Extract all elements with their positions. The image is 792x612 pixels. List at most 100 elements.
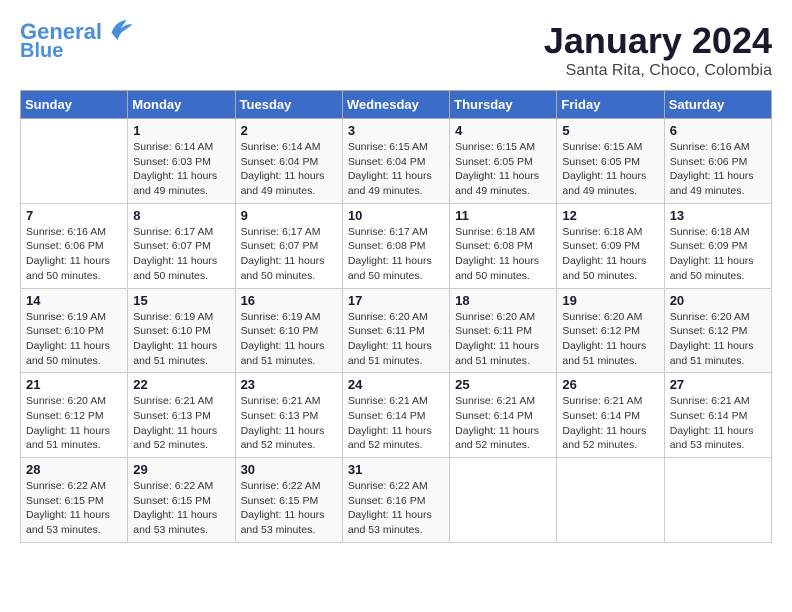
day-info: Sunrise: 6:17 AMSunset: 6:07 PMDaylight:… xyxy=(241,225,337,284)
day-info: Sunrise: 6:15 AMSunset: 6:05 PMDaylight:… xyxy=(562,140,658,199)
day-info: Sunrise: 6:21 AMSunset: 6:14 PMDaylight:… xyxy=(562,394,658,453)
day-info: Sunrise: 6:21 AMSunset: 6:14 PMDaylight:… xyxy=(670,394,766,453)
day-number: 7 xyxy=(26,208,122,223)
day-number: 5 xyxy=(562,123,658,138)
day-info: Sunrise: 6:21 AMSunset: 6:14 PMDaylight:… xyxy=(348,394,444,453)
calendar-cell: 5 Sunrise: 6:15 AMSunset: 6:05 PMDaylight… xyxy=(557,119,664,204)
day-info: Sunrise: 6:18 AMSunset: 6:08 PMDaylight:… xyxy=(455,225,551,284)
day-number: 19 xyxy=(562,293,658,308)
day-number: 23 xyxy=(241,377,337,392)
day-number: 24 xyxy=(348,377,444,392)
subtitle: Santa Rita, Choco, Colombia xyxy=(544,62,772,80)
day-info: Sunrise: 6:19 AMSunset: 6:10 PMDaylight:… xyxy=(133,310,229,369)
day-number: 4 xyxy=(455,123,551,138)
day-info: Sunrise: 6:18 AMSunset: 6:09 PMDaylight:… xyxy=(562,225,658,284)
day-header-saturday: Saturday xyxy=(664,91,771,119)
calendar-cell: 27Sunrise: 6:21 AMSunset: 6:14 PMDayligh… xyxy=(664,373,771,458)
day-info: Sunrise: 6:14 AMSunset: 6:04 PMDaylight:… xyxy=(241,140,337,199)
calendar-cell: 29 Sunrise: 6:22 AMSunset: 6:15 PMDayligh… xyxy=(128,458,235,543)
day-number: 29 xyxy=(133,462,229,477)
day-info: Sunrise: 6:15 AMSunset: 6:05 PMDaylight:… xyxy=(455,140,551,199)
day-info: Sunrise: 6:16 AMSunset: 6:06 PMDaylight:… xyxy=(670,140,766,199)
calendar-cell: 3Sunrise: 6:15 AMSunset: 6:04 PMDaylight… xyxy=(342,119,449,204)
day-number: 22 xyxy=(133,377,229,392)
day-number: 31 xyxy=(348,462,444,477)
day-number: 13 xyxy=(670,208,766,223)
day-number: 14 xyxy=(26,293,122,308)
day-info: Sunrise: 6:21 AMSunset: 6:13 PMDaylight:… xyxy=(133,394,229,453)
day-number: 28 xyxy=(26,462,122,477)
calendar-cell: 26 Sunrise: 6:21 AMSunset: 6:14 PMDayligh… xyxy=(557,373,664,458)
calendar-cell: 15 Sunrise: 6:19 AMSunset: 6:10 PMDayligh… xyxy=(128,288,235,373)
calendar-cell: 16Sunrise: 6:19 AMSunset: 6:10 PMDayligh… xyxy=(235,288,342,373)
day-number: 26 xyxy=(562,377,658,392)
day-info: Sunrise: 6:22 AMSunset: 6:15 PMDaylight:… xyxy=(133,479,229,538)
day-info: Sunrise: 6:20 AMSunset: 6:12 PMDaylight:… xyxy=(670,310,766,369)
day-info: Sunrise: 6:20 AMSunset: 6:11 PMDaylight:… xyxy=(348,310,444,369)
day-header-thursday: Thursday xyxy=(450,91,557,119)
calendar-cell: 12 Sunrise: 6:18 AMSunset: 6:09 PMDayligh… xyxy=(557,203,664,288)
day-info: Sunrise: 6:21 AMSunset: 6:13 PMDaylight:… xyxy=(241,394,337,453)
day-info: Sunrise: 6:14 AMSunset: 6:03 PMDaylight:… xyxy=(133,140,229,199)
day-number: 1 xyxy=(133,123,229,138)
main-title: January 2024 xyxy=(544,20,772,62)
day-info: Sunrise: 6:15 AMSunset: 6:04 PMDaylight:… xyxy=(348,140,444,199)
calendar-cell: 7 Sunrise: 6:16 AMSunset: 6:06 PMDaylight… xyxy=(21,203,128,288)
calendar-cell: 1 Sunrise: 6:14 AMSunset: 6:03 PMDaylight… xyxy=(128,119,235,204)
day-info: Sunrise: 6:22 AMSunset: 6:15 PMDaylight:… xyxy=(241,479,337,538)
calendar-cell xyxy=(21,119,128,204)
day-info: Sunrise: 6:19 AMSunset: 6:10 PMDaylight:… xyxy=(241,310,337,369)
day-number: 10 xyxy=(348,208,444,223)
calendar-cell: 4 Sunrise: 6:15 AMSunset: 6:05 PMDaylight… xyxy=(450,119,557,204)
day-header-sunday: Sunday xyxy=(21,91,128,119)
day-number: 8 xyxy=(133,208,229,223)
day-number: 21 xyxy=(26,377,122,392)
title-block: January 2024 Santa Rita, Choco, Colombia xyxy=(544,20,772,80)
calendar-cell xyxy=(664,458,771,543)
calendar-cell: 14 Sunrise: 6:19 AMSunset: 6:10 PMDayligh… xyxy=(21,288,128,373)
day-number: 15 xyxy=(133,293,229,308)
day-info: Sunrise: 6:17 AMSunset: 6:08 PMDaylight:… xyxy=(348,225,444,284)
calendar-cell: 30 Sunrise: 6:22 AMSunset: 6:15 PMDayligh… xyxy=(235,458,342,543)
day-header-monday: Monday xyxy=(128,91,235,119)
header-row: SundayMondayTuesdayWednesdayThursdayFrid… xyxy=(21,91,772,119)
calendar-cell: 25 Sunrise: 6:21 AMSunset: 6:14 PMDayligh… xyxy=(450,373,557,458)
day-info: Sunrise: 6:22 AMSunset: 6:16 PMDaylight:… xyxy=(348,479,444,538)
calendar-cell: 6 Sunrise: 6:16 AMSunset: 6:06 PMDaylight… xyxy=(664,119,771,204)
week-row-2: 7 Sunrise: 6:16 AMSunset: 6:06 PMDaylight… xyxy=(21,203,772,288)
calendar-table: SundayMondayTuesdayWednesdayThursdayFrid… xyxy=(20,90,772,543)
day-number: 6 xyxy=(670,123,766,138)
day-number: 25 xyxy=(455,377,551,392)
calendar-cell xyxy=(557,458,664,543)
day-info: Sunrise: 6:17 AMSunset: 6:07 PMDaylight:… xyxy=(133,225,229,284)
week-row-3: 14 Sunrise: 6:19 AMSunset: 6:10 PMDayligh… xyxy=(21,288,772,373)
day-number: 2 xyxy=(241,123,337,138)
calendar-cell: 8 Sunrise: 6:17 AMSunset: 6:07 PMDaylight… xyxy=(128,203,235,288)
day-header-wednesday: Wednesday xyxy=(342,91,449,119)
calendar-cell: 31 Sunrise: 6:22 AMSunset: 6:16 PMDayligh… xyxy=(342,458,449,543)
calendar-cell: 11 Sunrise: 6:18 AMSunset: 6:08 PMDayligh… xyxy=(450,203,557,288)
calendar-cell: 28 Sunrise: 6:22 AMSunset: 6:15 PMDayligh… xyxy=(21,458,128,543)
day-info: Sunrise: 6:20 AMSunset: 6:12 PMDaylight:… xyxy=(562,310,658,369)
day-number: 12 xyxy=(562,208,658,223)
day-number: 30 xyxy=(241,462,337,477)
calendar-cell: 9 Sunrise: 6:17 AMSunset: 6:07 PMDaylight… xyxy=(235,203,342,288)
calendar-cell: 20 Sunrise: 6:20 AMSunset: 6:12 PMDayligh… xyxy=(664,288,771,373)
day-number: 9 xyxy=(241,208,337,223)
calendar-cell: 18Sunrise: 6:20 AMSunset: 6:11 PMDayligh… xyxy=(450,288,557,373)
calendar-cell xyxy=(450,458,557,543)
day-number: 20 xyxy=(670,293,766,308)
calendar-cell: 13Sunrise: 6:18 AMSunset: 6:09 PMDayligh… xyxy=(664,203,771,288)
week-row-1: 1 Sunrise: 6:14 AMSunset: 6:03 PMDaylight… xyxy=(21,119,772,204)
day-info: Sunrise: 6:19 AMSunset: 6:10 PMDaylight:… xyxy=(26,310,122,369)
week-row-5: 28 Sunrise: 6:22 AMSunset: 6:15 PMDayligh… xyxy=(21,458,772,543)
page-header: General Blue January 2024 Santa Rita, Ch… xyxy=(20,20,772,80)
calendar-cell: 22 Sunrise: 6:21 AMSunset: 6:13 PMDayligh… xyxy=(128,373,235,458)
logo: General Blue xyxy=(20,20,134,62)
day-number: 11 xyxy=(455,208,551,223)
calendar-cell: 24 Sunrise: 6:21 AMSunset: 6:14 PMDayligh… xyxy=(342,373,449,458)
day-info: Sunrise: 6:16 AMSunset: 6:06 PMDaylight:… xyxy=(26,225,122,284)
day-info: Sunrise: 6:22 AMSunset: 6:15 PMDaylight:… xyxy=(26,479,122,538)
day-info: Sunrise: 6:21 AMSunset: 6:14 PMDaylight:… xyxy=(455,394,551,453)
week-row-4: 21Sunrise: 6:20 AMSunset: 6:12 PMDayligh… xyxy=(21,373,772,458)
